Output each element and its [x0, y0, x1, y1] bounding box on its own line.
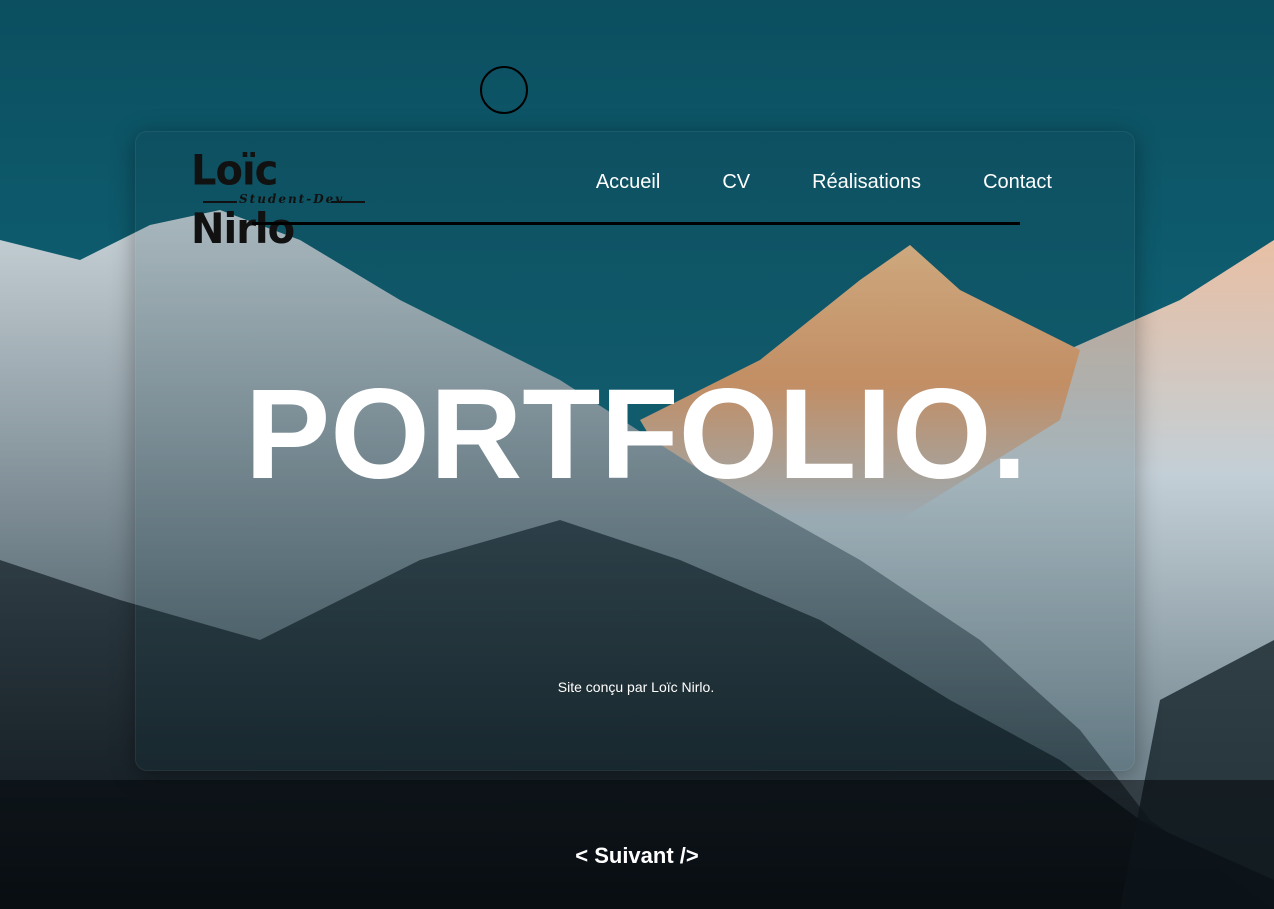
next-button[interactable]: < Suivant />: [0, 843, 1274, 869]
nav-accueil[interactable]: Accueil: [596, 170, 660, 194]
logo[interactable]: Loïc Nirlo Student-Dev: [191, 144, 381, 254]
main-nav: Accueil CV Réalisations Contact: [596, 170, 1052, 194]
nav-divider: [252, 222, 1020, 225]
nav-cv[interactable]: CV: [722, 170, 750, 194]
hero-title: PORTFOLIO.: [244, 363, 1028, 506]
portfolio-card: Loïc Nirlo Student-Dev Accueil CV Réalis…: [135, 131, 1135, 771]
cursor-circle: [480, 66, 528, 114]
logo-rule-right: [331, 201, 365, 203]
site-credit: Site conçu par Loïc Nirlo.: [557, 679, 715, 695]
logo-rule-left: [203, 201, 237, 203]
logo-tagline: Student-Dev: [239, 192, 345, 206]
nav-realisations[interactable]: Réalisations: [812, 170, 921, 194]
nav-contact[interactable]: Contact: [983, 170, 1052, 194]
